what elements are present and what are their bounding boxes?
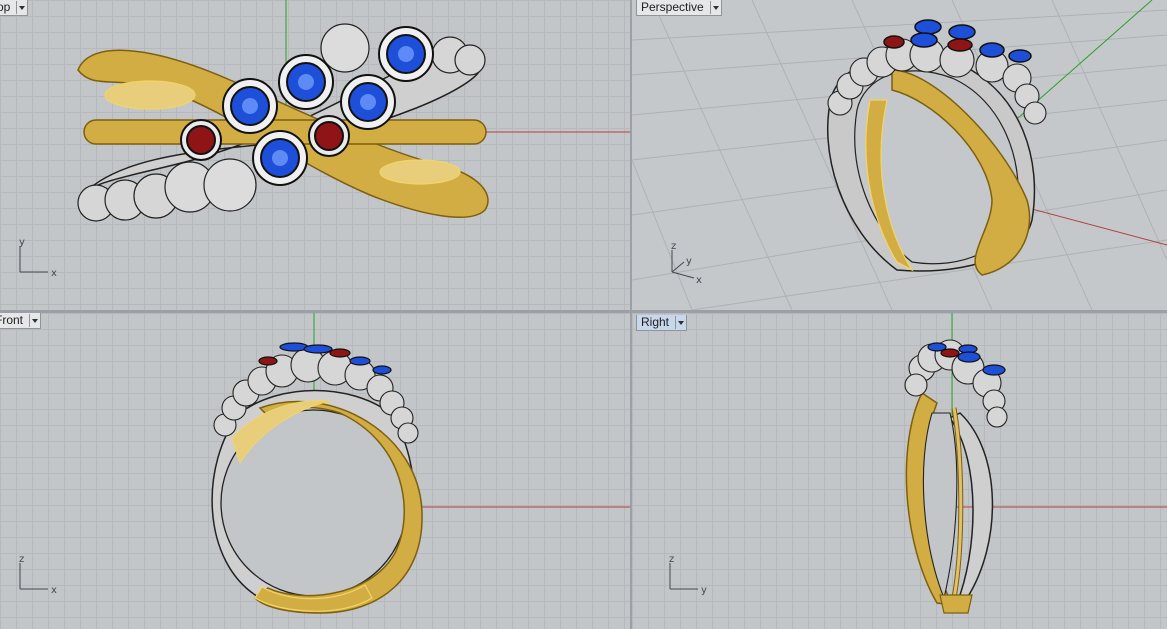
tab-perspective-viewport[interactable]: Perspective [636, 0, 722, 16]
axis-label-y: y [686, 256, 692, 267]
tab-right-viewport[interactable]: Right [636, 315, 688, 331]
dropdown-arrow-icon[interactable] [16, 1, 27, 14]
viewport-title: Front [0, 313, 24, 327]
right-view-ring-model: z y [669, 313, 1167, 614]
viewport-top[interactable]: y x Top [0, 0, 630, 310]
axis-label-x: x [51, 585, 57, 596]
dropdown-arrow-icon[interactable] [675, 316, 686, 329]
tab-top-viewport[interactable]: Top [0, 0, 29, 16]
axis-widget-icon [19, 563, 48, 590]
perspective-view-ring-model: z y x [632, 0, 1167, 310]
axis-widget-icon [19, 246, 48, 273]
tab-front-viewport[interactable]: Front [0, 313, 42, 329]
axis-label-z: z [671, 241, 676, 252]
axis-label-x: x [696, 275, 702, 286]
top-view-ring-model: y x [19, 0, 630, 279]
axis-label-y: y [701, 585, 707, 596]
axis-label-y: y [19, 237, 25, 248]
axis-label-z: z [669, 554, 674, 565]
viewport-front[interactable]: z x Front [0, 313, 630, 629]
viewport-title: Perspective [641, 0, 704, 14]
viewport-layout: y x Top [0, 0, 1167, 629]
axis-widget-icon [669, 563, 698, 590]
axis-label-x: x [51, 268, 57, 279]
dropdown-arrow-icon[interactable] [29, 314, 40, 327]
axis-label-z: z [19, 554, 24, 565]
viewport-perspective[interactable]: z y x Perspective [632, 0, 1167, 310]
viewport-right[interactable]: z y Right [632, 313, 1167, 629]
dropdown-arrow-icon[interactable] [709, 1, 721, 14]
viewport-title: Top [0, 0, 11, 14]
front-view-ring-model: z x [19, 313, 630, 614]
viewport-title: Right [641, 315, 670, 329]
